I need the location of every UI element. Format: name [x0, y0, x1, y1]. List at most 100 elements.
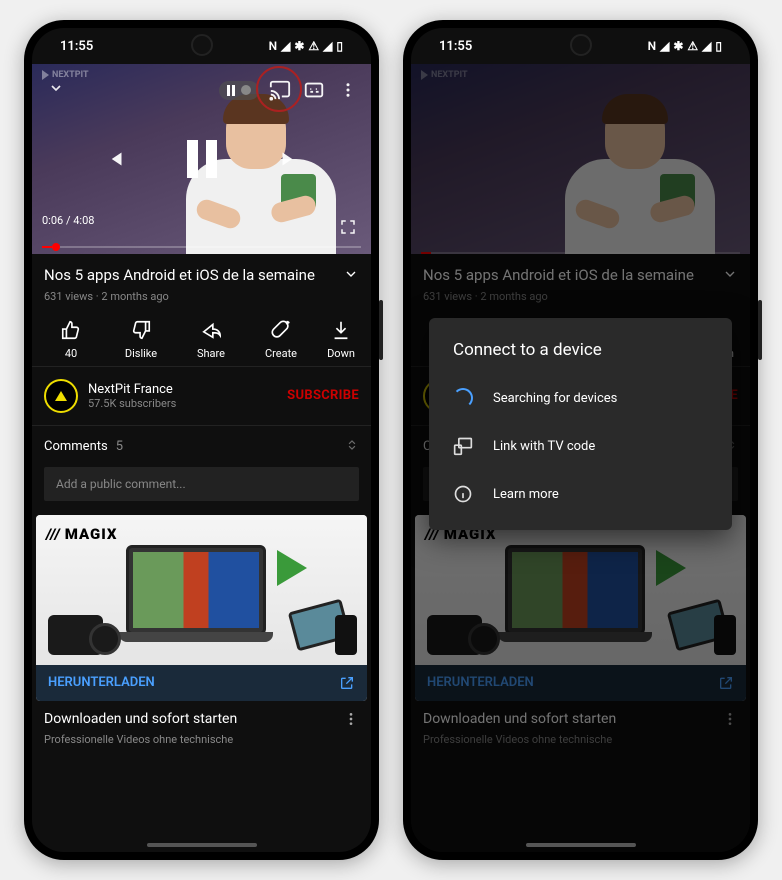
dialog-learn-row[interactable]: Learn more [437, 470, 724, 518]
fullscreen-button[interactable] [335, 214, 361, 240]
time-label: 0:06 / 4:08 [42, 214, 94, 240]
pause-mini-icon [227, 85, 235, 96]
download-icon [330, 319, 352, 341]
battery-icon: ▯ [715, 39, 722, 53]
screen-left: 11:55 N ◢ ✱ ⚠ ◢ ▯ NEXTPIT [32, 28, 371, 852]
comment-input[interactable]: Add a public comment... [44, 467, 359, 501]
ad-title: Downloaden und sofort starten [44, 711, 335, 727]
thumbs-up-icon [60, 319, 82, 341]
dialog-link-tv-label: Link with TV code [493, 439, 595, 454]
cast-button[interactable] [267, 77, 293, 103]
create-icon [270, 319, 292, 341]
ad-subtitle: Professionelle Videos ohne technische [411, 733, 750, 754]
share-icon [200, 319, 222, 341]
expand-icon[interactable] [722, 266, 738, 282]
ad-card[interactable]: ///MAGIX HERUNTERLADEN [36, 515, 367, 701]
action-bar: 40 Dislike Share Create Down [32, 313, 371, 367]
dialog-learn-label: Learn more [493, 487, 559, 502]
video-details: Nos 5 apps Android et iOS de la semaine … [32, 254, 371, 754]
comments-header[interactable]: Comments 5 [32, 426, 371, 467]
progress-fill [42, 246, 52, 248]
status-bar: 11:55 N ◢ ✱ ⚠ ◢ ▯ [32, 28, 371, 64]
bluetooth-icon: ✱ [294, 39, 304, 53]
signal-icon: ◢ [702, 39, 711, 53]
clock: 11:55 [439, 39, 472, 54]
dislike-button[interactable]: Dislike [106, 319, 176, 360]
video-meta: 631 views · 2 months ago [32, 290, 371, 313]
info-icon [453, 484, 473, 504]
player-bottom-bar [411, 252, 750, 254]
progress-fill [421, 252, 431, 254]
pause-button[interactable] [187, 140, 217, 178]
player-center-controls [32, 140, 371, 178]
autoplay-toggle[interactable] [219, 81, 259, 100]
progress-thumb[interactable] [52, 243, 60, 251]
clock: 11:55 [60, 39, 93, 54]
ad-card[interactable]: ///MAGIX HERUNTERLADEN [415, 515, 746, 701]
status-bar: 11:55 N ◢ ✱ ⚠ ◢ ▯ [411, 28, 750, 64]
nfc-icon: N [269, 39, 278, 53]
volume-button [379, 300, 383, 360]
create-button[interactable]: Create [246, 319, 316, 360]
collapse-button[interactable] [42, 74, 70, 106]
wifi-off-icon: ⚠ [308, 39, 319, 53]
nav-gesture-hint [526, 843, 636, 847]
ad-title-row: Downloaden und sofort starten [32, 701, 371, 733]
channel-row[interactable]: NextPit France 57.5K subscribers SUBSCRI… [32, 367, 371, 426]
previous-button[interactable] [102, 146, 128, 172]
battery-icon: ▯ [336, 39, 343, 53]
play-icon [656, 550, 686, 586]
phone-right: 11:55 N ◢ ✱ ⚠ ◢ ▯ NEXTPIT Nos [403, 20, 758, 860]
ad-image: ///MAGIX [36, 515, 367, 665]
channel-subs: 57.5K subscribers [88, 397, 277, 410]
play-icon [277, 550, 307, 586]
nfc-icon: N [648, 39, 657, 53]
ad-cta-bar[interactable]: HERUNTERLADEN [36, 665, 367, 701]
video-player[interactable]: NEXTPIT [411, 64, 750, 254]
volume-button [758, 300, 762, 360]
dialog-link-tv-row[interactable]: Link with TV code [437, 422, 724, 470]
share-button[interactable]: Share [176, 319, 246, 360]
sort-icon[interactable] [345, 438, 359, 455]
thumbs-down-icon [130, 319, 152, 341]
title-row[interactable]: Nos 5 apps Android et iOS de la semaine [411, 254, 750, 290]
more-button[interactable] [335, 77, 361, 103]
progress-bar[interactable] [421, 252, 740, 254]
phone-left: 11:55 N ◢ ✱ ⚠ ◢ ▯ NEXTPIT [24, 20, 379, 860]
ad-title-row: Downloaden und sofort starten [411, 701, 750, 733]
subscribe-button[interactable]: SUBSCRIBE [287, 388, 359, 403]
dialog-title: Connect to a device [437, 340, 724, 374]
download-button[interactable]: Down [316, 319, 366, 360]
spinner-icon [453, 388, 473, 408]
like-button[interactable]: 40 [36, 319, 106, 360]
external-link-icon [718, 675, 734, 691]
ad-more-icon[interactable] [343, 711, 359, 727]
external-link-icon [339, 675, 355, 691]
video-thumbnail [560, 94, 720, 254]
dialog-searching-row: Searching for devices [437, 374, 724, 422]
status-icons: N ◢ ✱ ⚠ ◢ ▯ [269, 39, 343, 53]
ad-subtitle: Professionelle Videos ohne technische [32, 733, 371, 754]
dnd-icon: ◢ [660, 39, 669, 53]
nav-gesture-hint [147, 843, 257, 847]
title-row[interactable]: Nos 5 apps Android et iOS de la semaine [32, 254, 371, 290]
watermark: NEXTPIT [421, 70, 468, 80]
video-title: Nos 5 apps Android et iOS de la semaine [423, 266, 714, 286]
progress-bar[interactable] [42, 246, 361, 248]
channel-name: NextPit France [88, 382, 277, 397]
video-player[interactable]: NEXTPIT [32, 64, 371, 254]
expand-icon[interactable] [343, 266, 359, 282]
avatar[interactable] [44, 379, 78, 413]
channel-info: NextPit France 57.5K subscribers [88, 382, 277, 410]
ad-more-icon[interactable] [722, 711, 738, 727]
comments-count: 5 [116, 439, 123, 454]
next-button[interactable] [276, 146, 302, 172]
dnd-icon: ◢ [281, 39, 290, 53]
captions-button[interactable] [301, 77, 327, 103]
screen-right: 11:55 N ◢ ✱ ⚠ ◢ ▯ NEXTPIT Nos [411, 28, 750, 852]
video-title: Nos 5 apps Android et iOS de la semaine [44, 266, 335, 286]
ad-cta-bar[interactable]: HERUNTERLADEN [415, 665, 746, 701]
ad-title: Downloaden und sofort starten [423, 711, 714, 727]
ad-image: ///MAGIX [415, 515, 746, 665]
tv-link-icon [453, 436, 473, 456]
